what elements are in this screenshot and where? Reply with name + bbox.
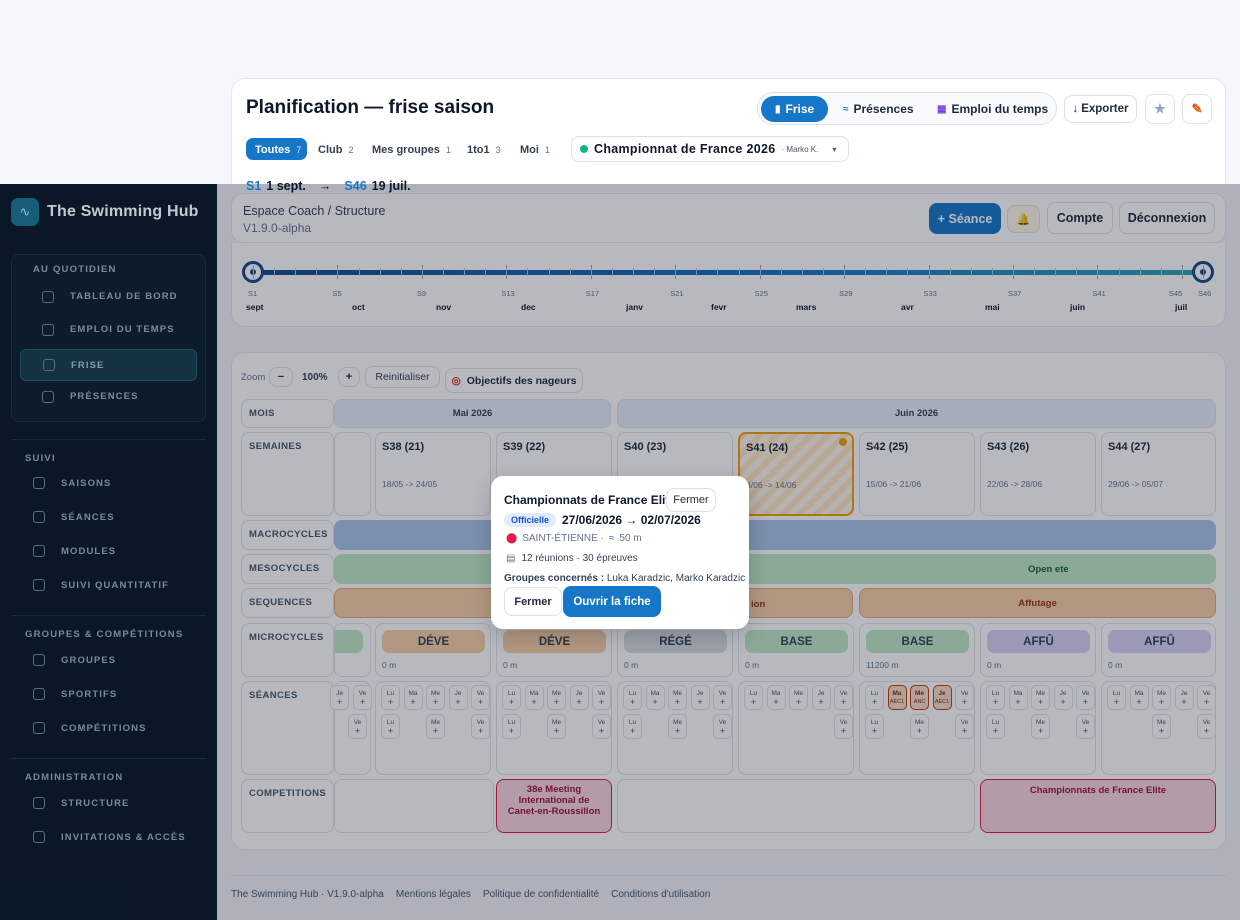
filter-label: Mes groupes — [372, 144, 440, 156]
tab-frise[interactable]: ▮ Frise — [775, 102, 814, 116]
swimmer-icon: ≈ — [843, 103, 849, 115]
page-title: Planification — frise saison — [246, 97, 495, 118]
filter-toutes[interactable]: Toutes 7 — [255, 144, 301, 156]
filter-mes-groupes[interactable]: Mes groupes 1 — [372, 144, 451, 156]
range-start-week: S1 — [246, 179, 262, 193]
chart-icon: ▮ — [775, 103, 781, 115]
chevron-down-icon: ▾ — [832, 144, 837, 154]
filter-label: Moi — [520, 144, 539, 156]
pencil-icon[interactable]: ✎ — [1182, 94, 1212, 124]
groups-value: Luka Karadzic, Marko Karadzic — [606, 573, 746, 584]
pool-icon: ≈ — [608, 533, 615, 544]
popup-dates: 27/06/2026 → 02/07/2026 — [562, 513, 701, 527]
calendar-icon: ▦ — [937, 103, 947, 115]
planning-header-card — [231, 78, 1226, 184]
competition-select-label: Championnat de France 2026 — [594, 142, 776, 156]
pin-icon: ⬤ — [506, 533, 518, 544]
filter-count: 1 — [544, 145, 550, 155]
filter-label: Toutes — [255, 144, 291, 156]
popup-stats-row: ▤ 12 réunions · 30 épreuves — [506, 553, 638, 564]
filter-moi[interactable]: Moi 1 — [520, 144, 550, 156]
tab-emploi[interactable]: ▦ Emploi du temps — [937, 102, 1048, 116]
popup-close-button[interactable]: Fermer — [504, 587, 562, 616]
tab-presences[interactable]: ≈ Présences — [843, 102, 914, 116]
competition-select[interactable]: Championnat de France 2026 · Marko K. ▾ — [571, 136, 849, 162]
tab-label: Présences — [853, 102, 914, 116]
download-icon: ↓ — [1072, 103, 1079, 115]
sidebar-backdrop — [0, 184, 217, 920]
filter-label: Club — [318, 144, 343, 156]
arrow-right-icon: → — [318, 179, 332, 193]
season-range: S1 1 sept. → S46 19 juil. — [246, 179, 411, 193]
range-end-date: 19 juil. — [371, 179, 411, 193]
popup-groups: Groupes concernés : Luka Karadzic, Marko… — [504, 573, 745, 584]
filter-count: 7 — [296, 145, 302, 155]
popup-title: Championnats de France Elite — [504, 493, 677, 507]
popup-close-top-button[interactable]: Fermer — [666, 488, 716, 512]
star-icon[interactable]: ★ — [1145, 94, 1175, 124]
popup-place: SAINT-ÉTIENNE · — [522, 533, 604, 544]
filter-count: 1 — [445, 145, 451, 155]
export-label: Exporter — [1081, 103, 1129, 115]
competition-owner: · Marko K. — [781, 144, 819, 154]
competition-popup: Championnats de France Elite Fermer Offi… — [491, 476, 749, 629]
range-start-date: 1 sept. — [266, 179, 306, 193]
open-sheet-button[interactable]: Ouvrir la fiche — [563, 586, 661, 617]
official-badge: Officielle — [504, 513, 557, 527]
filter-club[interactable]: Club 2 — [318, 144, 353, 156]
popup-stats: 12 réunions · 30 épreuves — [521, 553, 638, 564]
filter-1to1[interactable]: 1to1 3 — [467, 144, 501, 156]
filter-count: 3 — [495, 145, 501, 155]
export-button[interactable]: ↓ Exporter — [1064, 95, 1137, 123]
groups-label: Groupes concernés : — [504, 573, 605, 584]
range-end-week: S46 — [344, 179, 367, 193]
popup-location: ⬤ SAINT-ÉTIENNE · ≈ 50 m — [506, 533, 642, 544]
tab-label: Emploi du temps — [951, 102, 1049, 116]
filter-label: 1to1 — [467, 144, 490, 156]
status-dot — [580, 145, 588, 153]
popup-pool: 50 m — [619, 533, 642, 544]
filter-count: 2 — [348, 145, 354, 155]
tab-label: Frise — [785, 102, 815, 116]
clipboard-icon: ▤ — [506, 553, 516, 564]
